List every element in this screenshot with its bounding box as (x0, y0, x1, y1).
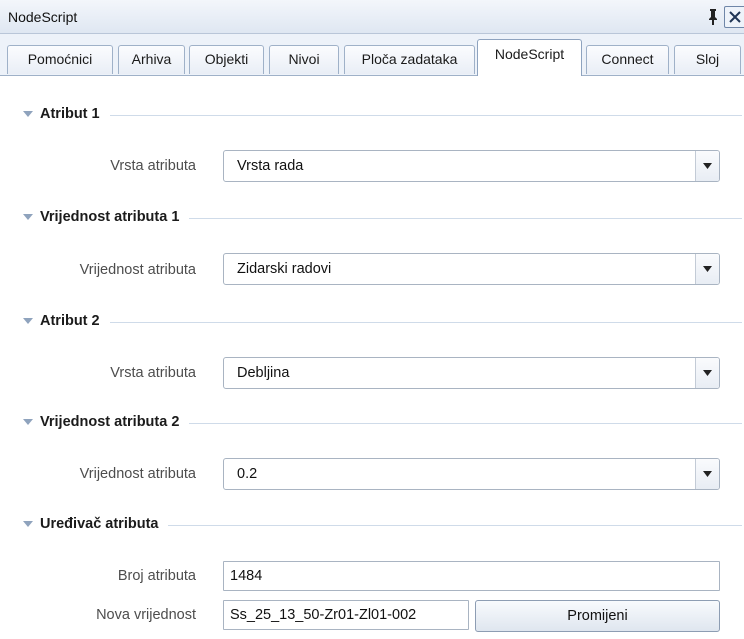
section-divider (40, 115, 742, 116)
tab-ploca-zadataka[interactable]: Ploča zadataka (344, 45, 475, 74)
attribute-value-label: Vrijednost atributa (79, 262, 196, 278)
section-divider (40, 322, 742, 323)
tab-pomocnici[interactable]: Pomoćnici (7, 45, 113, 74)
chevron-down-icon[interactable] (22, 519, 34, 529)
section-title: Vrijednost atributa 2 (40, 414, 190, 430)
section-header-vrijednost-atributa-2[interactable]: Vrijednost atributa 2 (22, 412, 742, 434)
attribute-type-label: Vrsta atributa (110, 365, 196, 381)
pin-icon[interactable] (706, 7, 720, 25)
section-header-uredivac-atributa[interactable]: Uređivač atributa (22, 514, 742, 536)
chevron-down-icon (703, 266, 712, 272)
window-title: NodeScript (8, 9, 78, 25)
dropdown-button[interactable] (695, 254, 719, 284)
close-icon[interactable] (724, 6, 744, 28)
selected-value: Vrsta rada (237, 158, 304, 174)
section-header-atribut-2[interactable]: Atribut 2 (22, 311, 742, 333)
tab-objekti[interactable]: Objekti (189, 45, 264, 74)
dropdown-button[interactable] (695, 459, 719, 489)
new-value-field[interactable]: Ss_25_13_50-Zr01-Zl01-002 (223, 600, 469, 630)
attribute-1-value-select[interactable]: Zidarski radovi (223, 253, 720, 285)
selected-value: Debljina (237, 365, 290, 381)
chevron-down-icon[interactable] (22, 316, 34, 326)
section-title: Atribut 2 (40, 313, 110, 329)
chevron-down-icon[interactable] (22, 109, 34, 119)
attribute-type-label: Vrsta atributa (110, 158, 196, 174)
attribute-count-field[interactable]: 1484 (223, 561, 720, 591)
attribute-1-type-select[interactable]: Vrsta rada (223, 150, 720, 182)
section-header-vrijednost-atributa-1[interactable]: Vrijednost atributa 1 (22, 207, 742, 229)
tab-nodescript[interactable]: NodeScript (477, 39, 582, 77)
attribute-count-label: Broj atributa (117, 568, 196, 584)
change-button[interactable]: Promijeni (475, 600, 720, 632)
tab-nivoi[interactable]: Nivoi (269, 45, 339, 74)
new-value-label: Nova vrijednost (96, 607, 196, 623)
section-title: Atribut 1 (40, 106, 110, 122)
tab-sloj[interactable]: Sloj (674, 45, 741, 74)
chevron-down-icon[interactable] (22, 417, 34, 427)
tab-connect[interactable]: Connect (586, 45, 669, 74)
section-title: Uređivač atributa (40, 516, 169, 532)
chevron-down-icon[interactable] (22, 212, 34, 222)
dropdown-button[interactable] (695, 358, 719, 388)
selected-value: Zidarski radovi (237, 261, 332, 277)
chevron-down-icon (703, 471, 712, 477)
chevron-down-icon (703, 370, 712, 376)
attribute-2-type-select[interactable]: Debljina (223, 357, 720, 389)
attribute-value-label: Vrijednost atributa (79, 466, 196, 482)
tab-strip: Pomoćnici Arhiva Objekti Nivoi Ploča zad… (0, 34, 744, 77)
field-value: Ss_25_13_50-Zr01-Zl01-002 (230, 607, 417, 623)
field-value: 1484 (230, 568, 263, 584)
selected-value: 0.2 (237, 466, 258, 482)
tab-arhiva[interactable]: Arhiva (118, 45, 185, 74)
dropdown-button[interactable] (695, 151, 719, 181)
attribute-2-value-select[interactable]: 0.2 (223, 458, 720, 490)
window-title-bar: NodeScript (0, 0, 744, 34)
section-header-atribut-1[interactable]: Atribut 1 (22, 104, 742, 126)
section-title: Vrijednost atributa 1 (40, 209, 190, 225)
chevron-down-icon (703, 163, 712, 169)
